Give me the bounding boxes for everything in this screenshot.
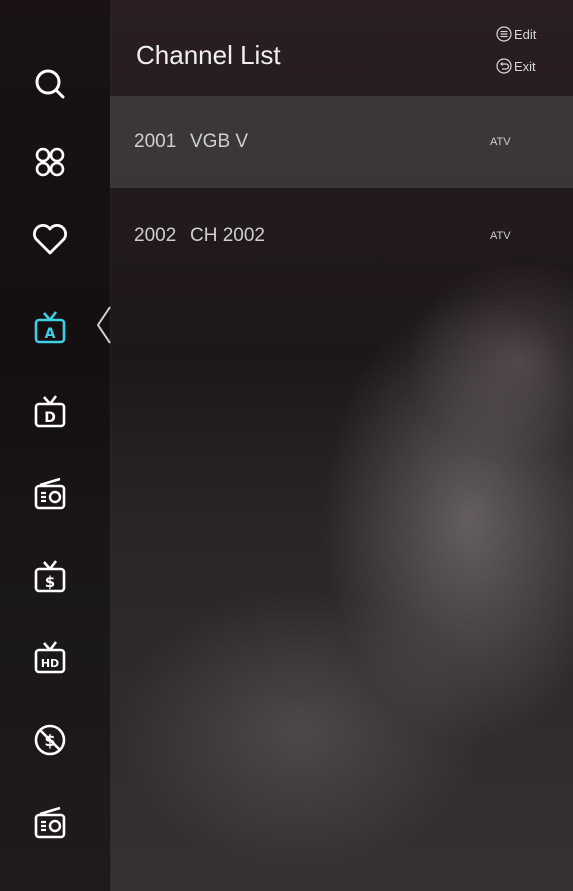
exit-label: Exit: [514, 58, 536, 74]
channel-name: VGB V: [190, 131, 249, 152]
radio-icon: [34, 806, 66, 839]
edit-label: Edit: [514, 26, 537, 42]
channel-name: CH 2002: [190, 225, 265, 246]
menu-circle-icon: [496, 26, 512, 42]
radio-icon: [34, 477, 66, 510]
search-icon: [35, 69, 65, 99]
apps-icon: [35, 147, 65, 177]
tv-hd-letter: HD: [41, 657, 59, 670]
tv-analog-letter: A: [45, 326, 56, 342]
selection-chevron-icon: [96, 306, 111, 344]
sidebar-item-apps[interactable]: [22, 134, 78, 190]
sidebar-item-radio[interactable]: [22, 466, 78, 522]
tv-digital-icon: D: [34, 395, 66, 428]
channel-type: ATV: [490, 136, 511, 148]
sidebar-item-free[interactable]: $: [22, 712, 78, 768]
channel-row[interactable]: 2002 CH 2002 ATV: [110, 190, 573, 282]
sidebar-item-favorites[interactable]: [22, 212, 78, 268]
sidebar: A D $ HD $: [0, 0, 111, 891]
sidebar-item-radio-2[interactable]: [22, 795, 78, 851]
tv-digital-letter: D: [44, 410, 56, 426]
heart-icon: [33, 224, 67, 255]
back-circle-icon: [496, 58, 512, 74]
page-title: Channel List: [136, 40, 281, 70]
sidebar-item-search[interactable]: [22, 56, 78, 112]
tv-analog-icon: A: [34, 311, 66, 344]
sidebar-item-analog-tv[interactable]: A: [22, 300, 78, 356]
channel-number: 2002: [134, 225, 177, 246]
exit-button[interactable]: Exit: [496, 58, 536, 74]
tv-pay-icon: $: [34, 560, 66, 593]
edit-button[interactable]: Edit: [496, 26, 536, 42]
tv-hd-icon: HD: [34, 641, 66, 674]
sidebar-item-hd-tv[interactable]: HD: [22, 630, 78, 686]
free-letter: $: [44, 731, 55, 750]
tv-pay-letter: $: [45, 573, 55, 591]
sidebar-item-pay-tv[interactable]: $: [22, 549, 78, 605]
channel-type: ATV: [490, 230, 511, 242]
free-icon: $: [34, 724, 66, 756]
channel-number: 2001: [134, 131, 177, 152]
channel-row[interactable]: 2001 VGB V ATV: [110, 96, 573, 188]
sidebar-item-digital-tv[interactable]: D: [22, 384, 78, 440]
